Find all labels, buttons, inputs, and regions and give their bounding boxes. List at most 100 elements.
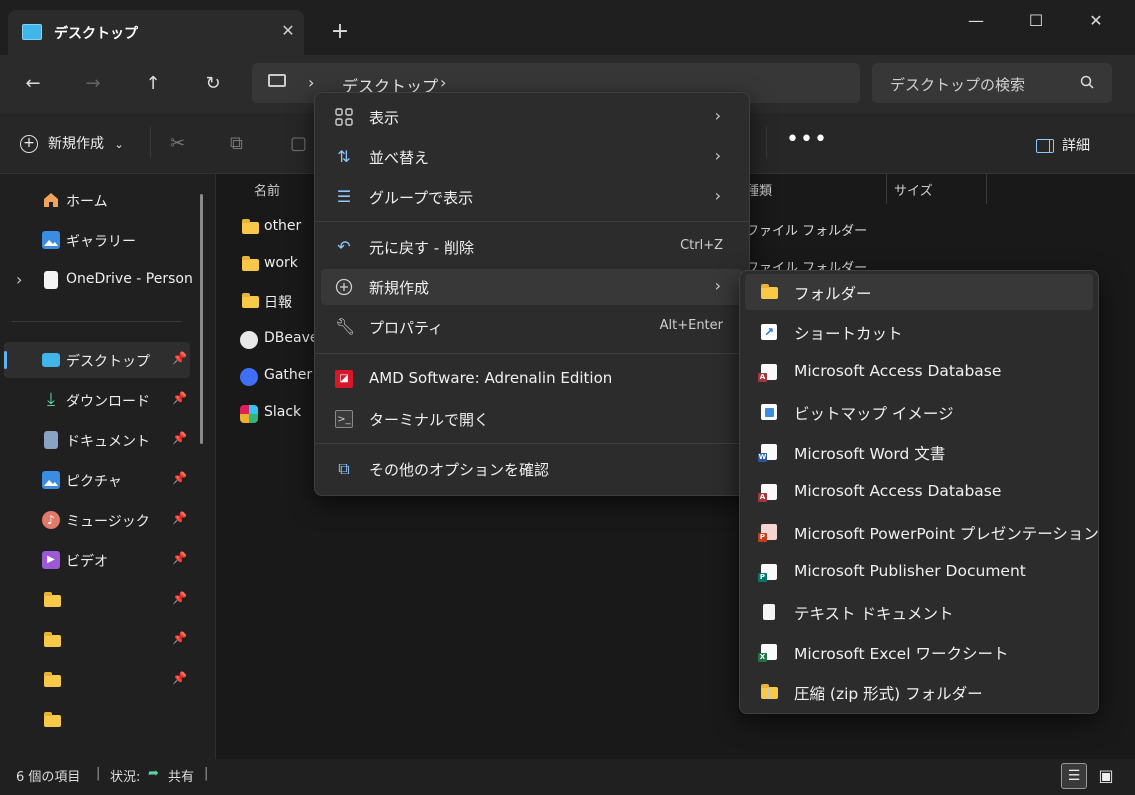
column-header-size[interactable]: サイズ [894, 180, 933, 199]
pin-icon[interactable]: 📌 [172, 511, 187, 525]
refresh-button[interactable]: ↻ [198, 69, 228, 99]
submenu-item-excel[interactable]: X Microsoft Excel ワークシート [745, 634, 1093, 670]
search-input[interactable]: デスクトップの検索 [890, 74, 1025, 95]
documents-icon [44, 431, 58, 449]
forward-button[interactable]: → [78, 69, 108, 99]
column-divider[interactable] [986, 174, 987, 204]
copy-icon[interactable]: ⧉ [230, 133, 243, 154]
menu-item-label: その他のオプションを確認 [369, 461, 550, 479]
pin-icon[interactable]: 📌 [172, 351, 187, 365]
new-button[interactable]: + 新規作成 ⌄ [20, 133, 124, 153]
pin-icon[interactable]: 📌 [172, 471, 187, 485]
menu-item-view[interactable]: 表示 › [321, 99, 743, 135]
menu-item-label: グループで表示 [369, 189, 474, 207]
item-count: 6 個の項目 [16, 770, 81, 785]
pin-icon[interactable]: 📌 [172, 391, 187, 405]
shortcut-icon [240, 331, 258, 349]
submenu-item-folder[interactable]: フォルダー [745, 274, 1093, 310]
sidebar-item-gallery[interactable]: ギャラリー [0, 222, 190, 258]
submenu-item-label: ビットマップ イメージ [794, 405, 954, 423]
sidebar-item-home[interactable]: ホーム [0, 182, 190, 218]
folder-icon [44, 632, 61, 647]
cut-icon[interactable]: ✂ [170, 133, 185, 154]
menu-item-new[interactable]: 新規作成 › [321, 269, 743, 305]
search-box[interactable]: デスクトップの検索 [872, 63, 1112, 103]
column-header-name[interactable]: 名前 [254, 180, 280, 199]
menu-item-more-options[interactable]: ⧉ その他のオプションを確認 [321, 451, 743, 487]
sidebar-item-desktop[interactable]: デスクトップ 📌 [4, 342, 190, 378]
menu-item-terminal[interactable]: >_ ターミナルで開く [321, 401, 743, 437]
submenu-item-bitmap[interactable]: ビットマップ イメージ [745, 394, 1093, 430]
back-button[interactable]: ← [18, 69, 48, 99]
chevron-right-icon[interactable]: › [440, 73, 446, 92]
sidebar-item-pictures[interactable]: ピクチャ 📌 [0, 462, 190, 498]
pin-icon[interactable]: 📌 [172, 671, 187, 685]
sidebar-item-downloads[interactable]: ⤓ ダウンロード 📌 [0, 382, 190, 418]
pin-icon[interactable]: 📌 [172, 551, 187, 565]
submenu-item-zip[interactable]: 圧縮 (zip 形式) フォルダー [745, 674, 1093, 710]
submenu-item-powerpoint[interactable]: P Microsoft PowerPoint プレゼンテーション [745, 514, 1099, 550]
access-icon: A [758, 364, 777, 382]
tab-desktop[interactable]: デスクトップ ✕ [8, 10, 304, 55]
column-divider[interactable] [886, 174, 887, 204]
navigation-pane: ホーム ギャラリー › OneDrive - Persona デスクトップ 📌 … [0, 174, 216, 759]
more-options-button[interactable]: ••• [786, 127, 828, 152]
sidebar-item-folder[interactable]: 📌 [0, 662, 190, 698]
pin-icon[interactable]: 📌 [172, 591, 187, 605]
sidebar-item-label: ホーム [66, 194, 108, 210]
sidebar-item-music[interactable]: ♪ ミュージック 📌 [0, 502, 190, 538]
search-icon [1080, 75, 1094, 89]
menu-item-label: AMD Software: Adrenalin Edition [369, 369, 613, 387]
file-name: work [264, 255, 298, 271]
menu-item-properties[interactable]: 🔧︎ プロパティ Alt+Enter [321, 309, 743, 345]
chevron-right-icon[interactable]: › [16, 270, 22, 289]
pin-icon[interactable]: 📌 [172, 431, 187, 445]
submenu-item-access[interactable]: A Microsoft Access Database [745, 354, 1093, 390]
sidebar-item-onedrive[interactable]: › OneDrive - Persona [0, 262, 192, 298]
minimize-button[interactable]: — [956, 6, 996, 36]
slack-icon [240, 405, 258, 423]
tab-close-button[interactable]: ✕ [276, 19, 300, 43]
new-tab-button[interactable]: + [328, 20, 352, 44]
shortcut-icon: ↗ [761, 324, 777, 340]
toolbar-divider [150, 127, 151, 159]
computer-icon [268, 74, 286, 87]
chevron-right-icon[interactable]: › [308, 73, 314, 92]
tab-title: デスクトップ [54, 26, 138, 42]
menu-item-label: ターミナルで開く [369, 411, 490, 429]
chevron-down-icon: ⌄ [114, 138, 124, 151]
menu-separator [315, 221, 749, 222]
status-separator: | [96, 766, 101, 781]
sidebar-scrollbar[interactable] [200, 194, 203, 444]
tiles-view-icon[interactable]: ▣ [1093, 763, 1119, 789]
wrench-icon: 🔧︎ [335, 317, 356, 336]
menu-item-undo[interactable]: ↶ 元に戻す - 削除 Ctrl+Z [321, 229, 743, 265]
up-button[interactable]: ↑ [138, 69, 168, 99]
menu-item-group[interactable]: ☰ グループで表示 › [321, 179, 743, 215]
group-icon: ☰ [336, 187, 352, 206]
submenu-item-publisher[interactable]: P Microsoft Publisher Document [745, 554, 1093, 590]
paste-icon[interactable]: ▢ [290, 133, 307, 154]
submenu-item-text[interactable]: テキスト ドキュメント [745, 594, 1093, 630]
maximize-button[interactable]: ☐ [1016, 6, 1056, 36]
desktop-icon [22, 24, 42, 40]
pin-icon[interactable]: 📌 [172, 631, 187, 645]
menu-item-sort[interactable]: ⇅ 並べ替え › [321, 139, 743, 175]
menu-accelerator: Ctrl+Z [680, 238, 723, 253]
sidebar-item-folder[interactable] [0, 702, 190, 738]
close-button[interactable]: ✕ [1076, 6, 1116, 36]
submenu-item-word[interactable]: W Microsoft Word 文書 [745, 434, 1093, 470]
undo-icon: ↶ [337, 237, 351, 256]
details-button[interactable]: 詳細 [1036, 135, 1090, 155]
submenu-item-access[interactable]: A Microsoft Access Database [745, 474, 1093, 510]
submenu-item-shortcut[interactable]: ↗ ショートカット [745, 314, 1093, 350]
menu-item-amd[interactable]: ◪ AMD Software: Adrenalin Edition [321, 361, 743, 397]
sidebar-item-folder[interactable]: 📌 [0, 622, 190, 658]
gallery-icon [42, 231, 60, 249]
sidebar-item-folder[interactable]: 📌 [0, 582, 190, 618]
music-icon: ♪ [42, 511, 60, 529]
sidebar-item-documents[interactable]: ドキュメント 📌 [0, 422, 190, 458]
text-icon [763, 604, 775, 620]
details-view-icon[interactable]: ☰ [1061, 763, 1087, 789]
sidebar-item-videos[interactable]: ▶ ビデオ 📌 [0, 542, 190, 578]
